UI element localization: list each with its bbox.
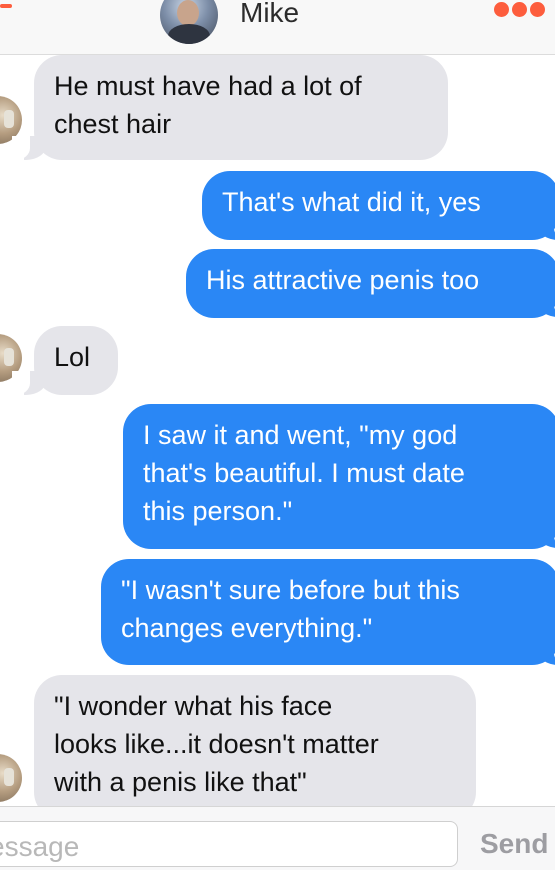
message-input[interactable]: essage (0, 821, 458, 867)
outgoing-message: I saw it and went, "my god that's beauti… (123, 404, 555, 549)
sender-avatar (0, 754, 22, 802)
outgoing-message: His attractive penis too (186, 249, 555, 318)
chat-screen: Mike He must have had a lot of chest hai… (0, 0, 555, 870)
message-composer: essage Send (0, 806, 555, 870)
avatar-shirt-shape (168, 24, 210, 44)
outgoing-message: "I wasn't sure before but this changes e… (101, 559, 555, 665)
incoming-message: He must have had a lot of chest hair (34, 55, 448, 160)
outgoing-message: That's what did it, yes (202, 171, 555, 240)
incoming-message: Lol (34, 326, 118, 395)
chat-header: Mike (0, 0, 555, 55)
menu-dot (530, 2, 545, 17)
contact-name[interactable]: Mike (240, 0, 299, 29)
incoming-message: "I wonder what his face looks like...it … (34, 675, 476, 820)
more-dots-icon[interactable] (494, 2, 545, 17)
menu-dot (494, 2, 509, 17)
contact-avatar[interactable] (160, 0, 218, 44)
back-arrow-icon[interactable] (0, 4, 12, 8)
send-button[interactable]: Send (480, 827, 548, 861)
avatar-face-shape (177, 0, 199, 26)
menu-dot (512, 2, 527, 17)
